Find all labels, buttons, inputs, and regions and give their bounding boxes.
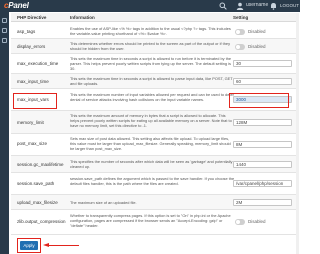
max-input-time-input[interactable] — [233, 78, 292, 85]
table-row: upload_max_filesize The maximum size of … — [11, 195, 298, 210]
directive-name: post_max_size — [17, 141, 48, 146]
sidebar-theme-icon[interactable] — [2, 38, 7, 43]
toggle-switch[interactable] — [235, 29, 245, 35]
table-row: display_errors This determines whether e… — [11, 39, 298, 54]
column-header-directive[interactable]: PHP Directive — [17, 15, 46, 20]
memory-limit-input[interactable] — [233, 119, 292, 126]
user-icon[interactable] — [236, 2, 244, 10]
max-execution-time-input[interactable] — [233, 60, 292, 67]
directive-info: The maximum size of an uploaded file. — [70, 200, 137, 205]
post-max-size-input[interactable] — [233, 141, 292, 148]
toggle-label: Disabled — [248, 44, 266, 49]
cpanel-logo[interactable]: cPanel — [4, 1, 29, 10]
session-save-path-input[interactable] — [233, 180, 292, 187]
directive-name: display_errors — [17, 44, 46, 49]
session-gc-maxlifetime-input[interactable] — [233, 161, 292, 168]
apply-button[interactable]: Apply — [20, 241, 38, 250]
directive-name: max_execution_time — [17, 61, 59, 66]
directive-info: This sets the maximum time in seconds a … — [70, 56, 232, 71]
directive-info: This sets the maximum time in seconds a … — [70, 76, 233, 86]
table-row: session.gc_maxlifetime This specifies th… — [11, 156, 298, 173]
upload-max-filesize-input[interactable] — [233, 199, 292, 206]
directive-info: This sets the maximum number of input va… — [70, 92, 234, 102]
sidebar-grid-icon[interactable] — [2, 18, 7, 23]
search-icon[interactable] — [219, 2, 227, 10]
directive-info: Whether to transparently compress pages.… — [70, 213, 231, 228]
table-header: PHP Directive Information Setting — [11, 13, 298, 22]
column-header-setting: Setting — [233, 15, 249, 20]
column-header-information: Information — [70, 15, 95, 20]
table-row: max_execution_time This sets the maximum… — [11, 54, 298, 74]
directive-info: This sets the maximum amount of memory i… — [70, 113, 232, 128]
logo-text: Panel — [8, 1, 29, 10]
arrow-line — [49, 245, 79, 247]
toggle-label: Disabled — [248, 29, 266, 34]
table-row: post_max_size Sets max size of post data… — [11, 134, 298, 156]
username-label[interactable]: username — [246, 2, 268, 8]
logout-button[interactable]: LOGOUT — [280, 2, 299, 10]
sidebar — [0, 12, 9, 254]
directive-highlight-box — [13, 93, 57, 109]
directive-name: max_input_time — [17, 79, 49, 84]
directive-name: session.save_path — [17, 181, 55, 186]
directive-name: upload_max_filesize — [17, 200, 58, 205]
directive-info: Enables the use of ASP-like <% %> tags i… — [70, 26, 231, 36]
directive-name: asp_tags — [17, 29, 36, 34]
top-navbar: cPanel username LOGOUT — [0, 0, 300, 12]
setting-highlight-box — [229, 93, 289, 108]
directive-name: zlib.output_compression — [17, 219, 66, 224]
sidebar-stats-icon[interactable] — [2, 28, 7, 33]
directive-info: Sets max size of post data allowed. This… — [70, 136, 231, 151]
directive-info: session.save_path defines the argument w… — [70, 176, 235, 186]
directive-info: This determines whether errors should be… — [70, 41, 231, 51]
scrollbar[interactable] — [296, 13, 299, 254]
toggle-switch[interactable] — [235, 44, 245, 50]
toggle-label: Disabled — [248, 219, 266, 224]
table-row: session.save_path session.save_path defi… — [11, 173, 298, 195]
table-row: asp_tags Enables the use of ASP-like <% … — [11, 23, 298, 39]
directive-name: session.gc_maxlifetime — [17, 162, 64, 167]
table-row: max_input_time This sets the maximum tim… — [11, 74, 298, 89]
directive-info: This specifies the number of seconds aft… — [70, 159, 233, 169]
table-row: memory_limit This sets the maximum amoun… — [11, 111, 298, 134]
bell-icon[interactable] — [270, 2, 277, 10]
table-row: zlib.output_compression Whether to trans… — [11, 210, 298, 235]
toggle-switch[interactable] — [235, 219, 245, 225]
directive-name: memory_limit — [17, 120, 44, 125]
